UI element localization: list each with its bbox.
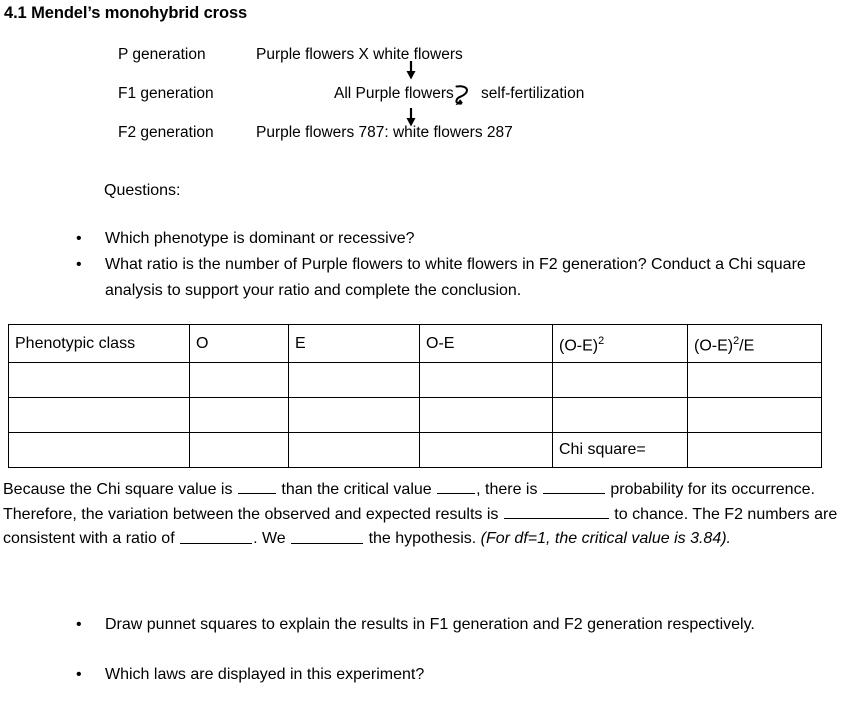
final-questions-list: • Draw punnet squares to explain the res… — [0, 600, 854, 700]
table-header-expected: E — [288, 324, 420, 363]
table-cell-chi-square-value[interactable] — [687, 432, 822, 468]
blank-field-comparison[interactable] — [237, 478, 276, 495]
table-cell[interactable] — [288, 432, 420, 468]
table-cell[interactable] — [189, 432, 289, 468]
bullet-icon: • — [76, 666, 82, 683]
table-row — [8, 397, 822, 433]
table-row: Chi square= — [8, 432, 822, 468]
table-cell[interactable] — [8, 397, 190, 433]
list-item: • Which phenotype is dominant or recessi… — [0, 226, 854, 252]
chi-square-table: Phenotypic class O E O-E (O-E)2 (O-E)2/E — [8, 324, 822, 468]
header-base-text: (O-E) — [559, 337, 599, 355]
blank-field-critical-value[interactable] — [437, 478, 476, 495]
p-generation-label: P generation — [118, 46, 206, 63]
down-arrow-icon — [404, 61, 418, 80]
table-header-o-minus-e-squared: (O-E)2 — [552, 324, 688, 363]
f2-generation-label: F2 generation — [118, 124, 214, 141]
blank-field-attribution[interactable] — [503, 503, 609, 519]
conclusion-segment: . We — [253, 530, 291, 548]
blank-field-probability[interactable] — [542, 478, 605, 495]
table-cell-chi-square-label[interactable]: Chi square= — [552, 432, 688, 468]
table-header-o-minus-e: O-E — [419, 324, 553, 363]
table-header-row: Phenotypic class O E O-E (O-E)2 (O-E)2/E — [8, 324, 822, 363]
list-item: • What ratio is the number of Purple flo… — [0, 252, 854, 304]
table-header-phenotypic-class: Phenotypic class — [8, 324, 190, 363]
header-superscript: 2 — [598, 334, 605, 347]
p-generation-content: Purple flowers X white flowers — [256, 46, 463, 63]
document-page: 4.1 Mendel’s monohybrid cross P generati… — [0, 0, 854, 726]
f1-generation-content: All Purple flowers — [334, 85, 454, 102]
f1-generation-label: F1 generation — [118, 85, 214, 102]
table-cell[interactable] — [687, 397, 822, 433]
question-text: Draw punnet squares to explain the resul… — [105, 616, 755, 633]
curved-self-fertilization-arrow-icon — [452, 83, 476, 107]
self-fertilization-label: self-fertilization — [481, 85, 585, 102]
table-cell[interactable] — [288, 362, 420, 398]
f2-generation-content: Purple flowers 787: white flowers 287 — [256, 124, 513, 141]
conclusion-note: (For df=1, the critical value is 3.84). — [480, 530, 731, 548]
header-suffix-text: /E — [739, 337, 755, 355]
table-cell[interactable] — [419, 432, 553, 468]
question-text: Which phenotype is dominant or recessive… — [105, 230, 415, 247]
table-cell[interactable] — [189, 362, 289, 398]
table-cell[interactable] — [189, 397, 289, 433]
table-cell[interactable] — [288, 397, 420, 433]
table-cell[interactable] — [419, 362, 553, 398]
header-base-text: (O-E) — [694, 337, 734, 355]
table-row — [8, 362, 822, 398]
questions-heading: Questions: — [104, 182, 181, 199]
conclusion-segment: than the critical value — [276, 481, 437, 499]
bullet-icon: • — [76, 616, 82, 633]
table-cell[interactable] — [552, 397, 688, 433]
questions-list: • Which phenotype is dominant or recessi… — [0, 226, 854, 304]
conclusion-segment: , there is — [476, 481, 542, 499]
question-text: What ratio is the number of Purple flowe… — [105, 256, 806, 299]
question-text: Which laws are displayed in this experim… — [105, 666, 425, 683]
conclusion-segment: the hypothesis. — [364, 530, 481, 548]
table-cell[interactable] — [8, 432, 190, 468]
list-item: • Draw punnet squares to explain the res… — [0, 600, 854, 650]
blank-field-hypothesis-verb[interactable] — [291, 527, 364, 544]
blank-field-ratio[interactable] — [180, 527, 253, 544]
table-header-observed: O — [189, 324, 289, 363]
table-cell[interactable] — [552, 362, 688, 398]
page-title: 4.1 Mendel’s monohybrid cross — [4, 4, 248, 22]
table-header-o-minus-e-squared-over-e: (O-E)2/E — [687, 324, 822, 363]
table-cell[interactable] — [8, 362, 190, 398]
table-cell[interactable] — [687, 362, 822, 398]
table-cell[interactable] — [419, 397, 553, 433]
conclusion-segment: Because the Chi square value is — [3, 481, 237, 499]
bullet-icon: • — [76, 230, 82, 247]
bullet-icon: • — [76, 256, 82, 273]
conclusion-paragraph: Because the Chi square value is than the… — [3, 478, 848, 552]
list-item: • Which laws are displayed in this exper… — [0, 650, 854, 700]
monohybrid-cross-diagram: P generation Purple flowers X white flow… — [0, 42, 854, 152]
